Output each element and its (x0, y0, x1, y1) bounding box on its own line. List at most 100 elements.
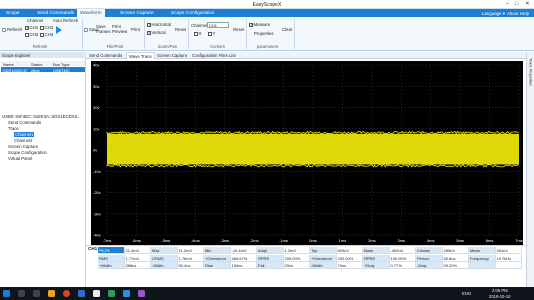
cursor-x-checkbox[interactable]: X (194, 31, 201, 36)
task-view-icon[interactable] (33, 290, 40, 297)
search-icon[interactable] (18, 290, 25, 297)
app-icon[interactable] (138, 290, 145, 297)
measure-value: 11.2mV (177, 247, 204, 254)
tree-channel1[interactable]: Channel1 (14, 132, 35, 137)
menu-bar: Scope Send Commands Waveform Screen Capt… (0, 9, 534, 17)
measure-value: -400uV (389, 247, 416, 254)
y-tick-label: -30v (93, 211, 101, 216)
check-icon: ✓ (147, 31, 151, 36)
trace-properties-rail[interactable]: Trace Properties (526, 52, 534, 287)
measure-label: Rise (204, 262, 231, 269)
language-indicator[interactable]: ENG (462, 291, 471, 296)
measure-value: 388ns (124, 262, 151, 269)
save-frames-button[interactable]: Save Frames (96, 24, 111, 34)
ribbon: Refresh Channel Auto Refresh ✓CH1 CH2 CH… (0, 17, 534, 51)
menu-waveform[interactable]: Waveform (77, 9, 105, 17)
measure-value: -10.4mV (230, 247, 257, 254)
tree-device[interactable]: USB0::0xF4EC::0xEE3A::SDS1ECDX3... (2, 114, 81, 119)
explorer-row[interactable]: SDS1202X-E Alive USBTMC (1, 67, 85, 73)
easyscopex-icon[interactable] (123, 290, 130, 297)
tree-scope-configuration[interactable]: Scope Configuration (8, 150, 47, 155)
measure-label: Max (151, 247, 178, 254)
separator (82, 19, 83, 49)
tree-channel1-label: Channel1 (14, 132, 35, 137)
clock-time[interactable]: 2:05 PM (492, 288, 508, 293)
measure-value: 0.77% (389, 262, 416, 269)
ch3-checkbox[interactable]: CH3 (25, 32, 38, 37)
print-button[interactable]: Print (131, 27, 140, 32)
tree-virtual-panel[interactable]: Virtual Panel (8, 156, 32, 161)
separator (144, 19, 145, 49)
chrome-icon[interactable] (63, 290, 70, 297)
trace-band (107, 133, 519, 165)
measure-checkbox[interactable]: ✓Measure (249, 22, 270, 27)
minimize-icon[interactable]: – (506, 1, 509, 7)
measure-value: 70ns (336, 262, 363, 269)
zoom-reset-button[interactable]: Reset (175, 27, 186, 32)
measure-value: 19.7kHz (495, 254, 522, 262)
maximize-icon[interactable]: □ (515, 1, 518, 7)
menu-language[interactable]: Language ▾ (482, 11, 505, 17)
column-name: Name (3, 61, 14, 67)
x-tick-label: 7ms (515, 238, 523, 243)
notepad-icon[interactable] (93, 290, 100, 297)
explorer-header: Name Status Bus Type (1, 61, 85, 67)
properties-button[interactable]: Properties (254, 31, 274, 36)
print-preview-button[interactable]: Print Preview (112, 24, 127, 34)
row-status: Alive (31, 67, 40, 73)
row-bus-type: USBTMC (53, 67, 70, 73)
clock-date[interactable]: 2019-10-10 (489, 294, 510, 299)
ch1-checkbox[interactable]: ✓CH1 (25, 25, 38, 30)
menu-about[interactable]: About (507, 11, 518, 16)
x-tick-label: -3ms (220, 238, 229, 243)
x-tick-label: -6ms (132, 238, 141, 243)
menu-scope[interactable]: Scope (6, 11, 20, 16)
measure-value (495, 262, 522, 269)
word-icon[interactable] (78, 290, 85, 297)
menu-send-commands[interactable]: Send Commands (37, 11, 74, 16)
row-name: SDS1202X-E (3, 67, 27, 73)
excel-icon[interactable] (108, 290, 115, 297)
waveform-display[interactable]: 40v 30v 20v 10v 0v -10v -20v -30v -40v-7ms -6ms -5… (91, 61, 523, 245)
tree-trace[interactable]: Trace (8, 126, 19, 131)
measure-label: Cmean (416, 247, 443, 254)
file-explorer-icon[interactable] (48, 290, 55, 297)
clear-button[interactable]: Clear (282, 27, 292, 32)
x-tick-label: -2ms (250, 238, 259, 243)
horizontal-checkbox[interactable]: ✓Horizontal (147, 22, 171, 27)
y-tick-label: 10v (93, 126, 99, 131)
cursor-reset-button[interactable]: Reset (233, 27, 244, 32)
measure-value: 285uV (442, 247, 469, 254)
measure-value: 20ns (283, 262, 310, 269)
y-tick-label: -10v (93, 169, 101, 174)
tab-send-commands[interactable]: Send Commands (89, 53, 122, 58)
close-icon[interactable]: ✕ (525, 1, 530, 7)
refresh-button[interactable]: Refresh (2, 27, 22, 32)
ch2-checkbox[interactable]: CH2 (40, 25, 53, 30)
tree-screen-capture[interactable]: Screen Capture (8, 144, 38, 149)
measurements-panel: Pk-Pk 21.4mV Max 11.2mV Min -10.4mV Ampl 1.2mV T… (86, 245, 526, 275)
tab-screen-capture[interactable]: Screen Capture (157, 53, 187, 58)
play-icon[interactable] (56, 26, 62, 34)
tree-send-commands[interactable]: Send Commands (8, 120, 41, 125)
measure-label: +Overshoot (204, 254, 231, 262)
ch4-checkbox[interactable]: CH4 (40, 32, 53, 37)
vertical-checkbox[interactable]: ✓Vertical (147, 30, 166, 35)
menu-help[interactable]: Help (520, 11, 529, 16)
measure-label: RPRE (363, 254, 390, 262)
menu-screen-capture[interactable]: Screen Capture (120, 11, 154, 16)
save-icon (84, 27, 88, 32)
column-status: Status (31, 61, 43, 67)
start-icon[interactable] (3, 290, 10, 297)
measure-value: 200.00% (336, 254, 363, 262)
x-tick-label: 1ms (339, 238, 347, 243)
cursor-y-checkbox[interactable]: Y (208, 31, 215, 36)
tab-wave-trace[interactable]: Wave Trace (126, 52, 155, 59)
y-tick-label: 40v (93, 63, 99, 68)
menu-scope-configuration[interactable]: Scope Configuration (171, 11, 214, 16)
checkbox-box (40, 26, 44, 30)
cursor-channel-select[interactable]: CH1 (207, 22, 229, 28)
tab-configuration-files-list[interactable]: Configuration Files List (192, 53, 236, 58)
x-tick-label: 4ms (427, 238, 435, 243)
tree-channel2[interactable]: Channel2 (14, 138, 32, 143)
